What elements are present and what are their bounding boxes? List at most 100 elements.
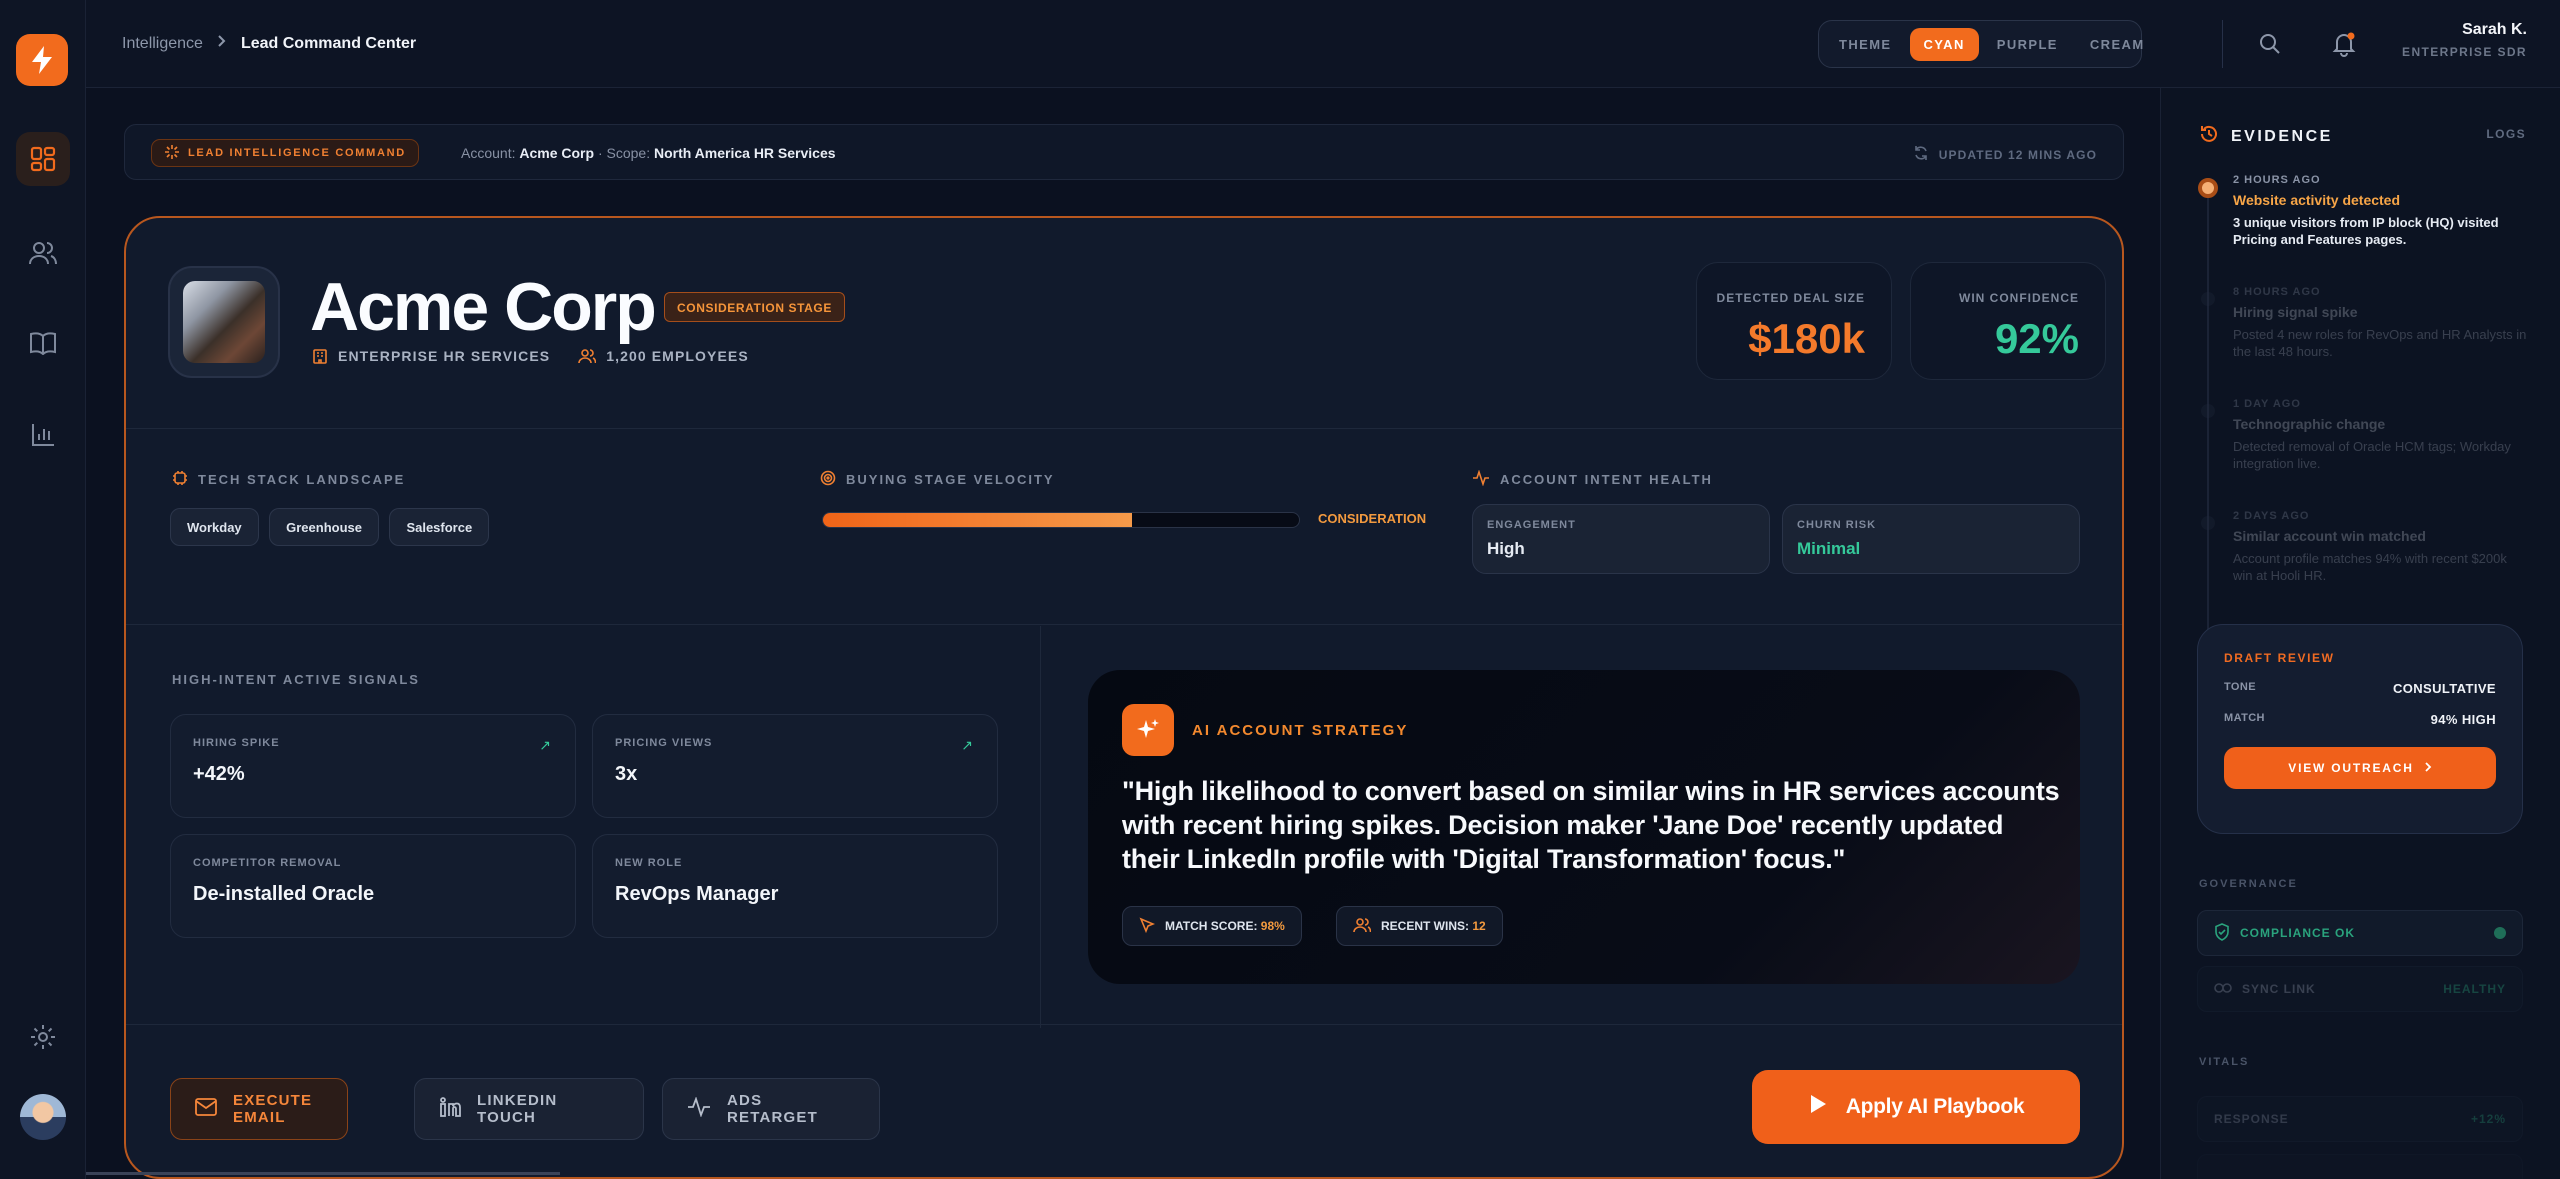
signal-value: +42% (193, 763, 245, 785)
linkedin-touch-label: LINKEDIN TOUCH (477, 1092, 558, 1126)
ai-strategy-panel: AI ACCOUNT STRATEGY "High likelihood to … (1088, 670, 2080, 984)
building-icon (312, 348, 328, 364)
shield-check-icon (2214, 922, 2230, 944)
divider (126, 428, 2122, 429)
velocity-progress-fill (823, 513, 1133, 527)
view-outreach-button[interactable]: VIEW OUTREACH (2224, 747, 2496, 789)
linkedin-icon (439, 1096, 461, 1122)
compliance-row[interactable]: COMPLIANCE OK (2197, 910, 2523, 956)
win-confidence-value: 92% (1994, 315, 2079, 362)
sync-status: HEALTHY (2443, 982, 2506, 996)
theme-option-cream[interactable]: CREAM (2076, 28, 2159, 61)
signal-card-hiring[interactable]: HIRING SPIKE +42% ↗ (170, 714, 576, 818)
governance-title: GOVERNANCE (2199, 878, 2298, 890)
chevron-right-icon (2424, 761, 2432, 776)
win-confidence-label: WIN CONFIDENCE (1959, 291, 2079, 305)
book-icon[interactable] (16, 316, 70, 370)
scope-value: North America HR Services (653, 145, 836, 161)
search-icon[interactable] (2254, 28, 2286, 60)
ai-strategy-title: AI ACCOUNT STRATEGY (1192, 722, 1409, 739)
deal-size-card: DETECTED DEAL SIZE $180k (1696, 262, 1892, 380)
tech-chip-salesforce[interactable]: Salesforce (389, 508, 490, 546)
sparkle-icon (164, 144, 180, 163)
updated-status[interactable]: UPDATED 12 MINS AGO (1913, 145, 2097, 164)
settings-gear-icon[interactable] (16, 1010, 70, 1064)
tech-chip-greenhouse[interactable]: Greenhouse (269, 508, 379, 546)
chevron-right-icon (217, 34, 227, 53)
people-icon (578, 348, 597, 364)
timeline-desc: Posted 4 new roles for RevOps and HR Ana… (2233, 327, 2527, 359)
updated-label: UPDATED 12 MINS AGO (1938, 147, 2097, 162)
users-icon[interactable] (16, 226, 70, 280)
churn-risk-value: Minimal (1797, 539, 1861, 558)
chart-icon[interactable] (16, 408, 70, 462)
ads-retarget-button[interactable]: ADS RETARGET (662, 1078, 880, 1140)
account-name: Acme Corp (519, 145, 595, 161)
signals-header: HIGH-INTENT ACTIVE SIGNALS (172, 672, 420, 687)
timeline-item[interactable]: 8 HOURS AGO Hiring signal spike Posted 4… (2199, 286, 2529, 398)
account-card: Acme Corp CONSIDERATION STAGE ENTERPRISE… (124, 216, 2124, 1179)
timeline-item[interactable]: 1 DAY AGO Technographic change Detected … (2199, 398, 2529, 510)
theme-option-purple[interactable]: PURPLE (1983, 28, 2072, 61)
employees-tag: 1,200 EMPLOYEES (578, 348, 749, 364)
signal-value: 3x (615, 763, 638, 785)
bell-notification-icon[interactable] (2328, 28, 2360, 60)
scope-label: · Scope: (597, 145, 651, 161)
people-icon (1353, 917, 1372, 936)
breadcrumb-parent[interactable]: Intelligence (122, 35, 203, 53)
recent-wins-tag: RECENT WINS: 12 (1336, 906, 1503, 946)
sync-link-row[interactable]: SYNC LINK HEALTHY (2197, 966, 2523, 1012)
user-avatar[interactable] (20, 1094, 66, 1140)
industry-tag: ENTERPRISE HR SERVICES (312, 348, 550, 364)
tech-stack-header: TECH STACK LANDSCAPE (172, 470, 405, 489)
account-label: Account: (461, 145, 516, 161)
bolt-logo-icon[interactable] (16, 34, 68, 86)
signal-card-competitor[interactable]: COMPETITOR REMOVAL De-installed Oracle (170, 834, 576, 938)
timeline-dot (2201, 516, 2215, 530)
timeline-time: 2 HOURS AGO (2233, 174, 2321, 186)
trend-up-arrow-icon: ↗ (539, 737, 551, 753)
evidence-header: EVIDENCE (2199, 124, 2333, 149)
link-icon (2214, 982, 2232, 997)
divider (1040, 626, 1041, 1028)
response-value: +12% (2470, 1112, 2506, 1126)
linkedin-touch-button[interactable]: LINKEDIN TOUCH (414, 1078, 644, 1140)
timeline-time: 1 DAY AGO (2233, 398, 2301, 410)
timeline-desc: Account profile matches 94% with recent … (2233, 551, 2507, 583)
cursor-icon (1139, 917, 1156, 936)
context-banner: LEAD INTELLIGENCE COMMAND Account: Acme … (124, 124, 2124, 180)
company-name: Acme Corp (310, 269, 657, 345)
tone-row: TONE CONSULTATIVE (2224, 681, 2496, 696)
view-outreach-label: VIEW OUTREACH (2288, 761, 2414, 775)
apply-ai-playbook-button[interactable]: Apply AI Playbook (1752, 1070, 2080, 1144)
industry-label: ENTERPRISE HR SERVICES (338, 348, 551, 364)
churn-risk-card: CHURN RISK Minimal (1782, 504, 2080, 574)
breadcrumb: Intelligence Lead Command Center (122, 34, 416, 53)
theme-option-cyan[interactable]: CYAN (1909, 27, 1979, 61)
user-info[interactable]: Sarah K. ENTERPRISE SDR (2402, 21, 2527, 59)
horizontal-scrollbar[interactable] (86, 1172, 560, 1175)
sidebar-nav (0, 0, 86, 1179)
tech-chip-workday[interactable]: Workday (170, 508, 259, 546)
draft-review-title: DRAFT REVIEW (2224, 651, 2335, 665)
timeline-time: 8 HOURS AGO (2233, 286, 2321, 298)
company-photo (183, 281, 265, 363)
evidence-panel: EVIDENCE LOGS 2 HOURS AGO Website activi… (2160, 88, 2560, 1179)
dashboard-icon[interactable] (16, 132, 70, 186)
evidence-title: EVIDENCE (2231, 127, 2333, 145)
user-name: Sarah K. (2462, 21, 2527, 38)
signal-value: De-installed Oracle (193, 883, 375, 905)
execute-email-button[interactable]: EXECUTE EMAIL (170, 1078, 348, 1140)
timeline-title: Website activity detected (2233, 192, 2401, 208)
signal-card-new-role[interactable]: NEW ROLE RevOps Manager (592, 834, 998, 938)
signal-card-pricing[interactable]: PRICING VIEWS 3x ↗ (592, 714, 998, 818)
match-row: MATCH 94% HIGH (2224, 712, 2496, 727)
timeline-time: 2 DAYS AGO (2233, 510, 2310, 522)
intent-health-header: ACCOUNT INTENT HEALTH (1472, 469, 1713, 489)
logs-link[interactable]: LOGS (2486, 127, 2526, 141)
response-row[interactable]: RESPONSE +12% (2197, 1096, 2523, 1142)
velocity-progress-bar (822, 512, 1300, 528)
evidence-timeline: 2 HOURS AGO Website activity detected 3 … (2198, 174, 2529, 656)
timeline-item[interactable]: 2 HOURS AGO Website activity detected 3 … (2198, 174, 2529, 286)
timeline-item[interactable]: 2 DAYS AGO Similar account win matched A… (2199, 510, 2529, 622)
